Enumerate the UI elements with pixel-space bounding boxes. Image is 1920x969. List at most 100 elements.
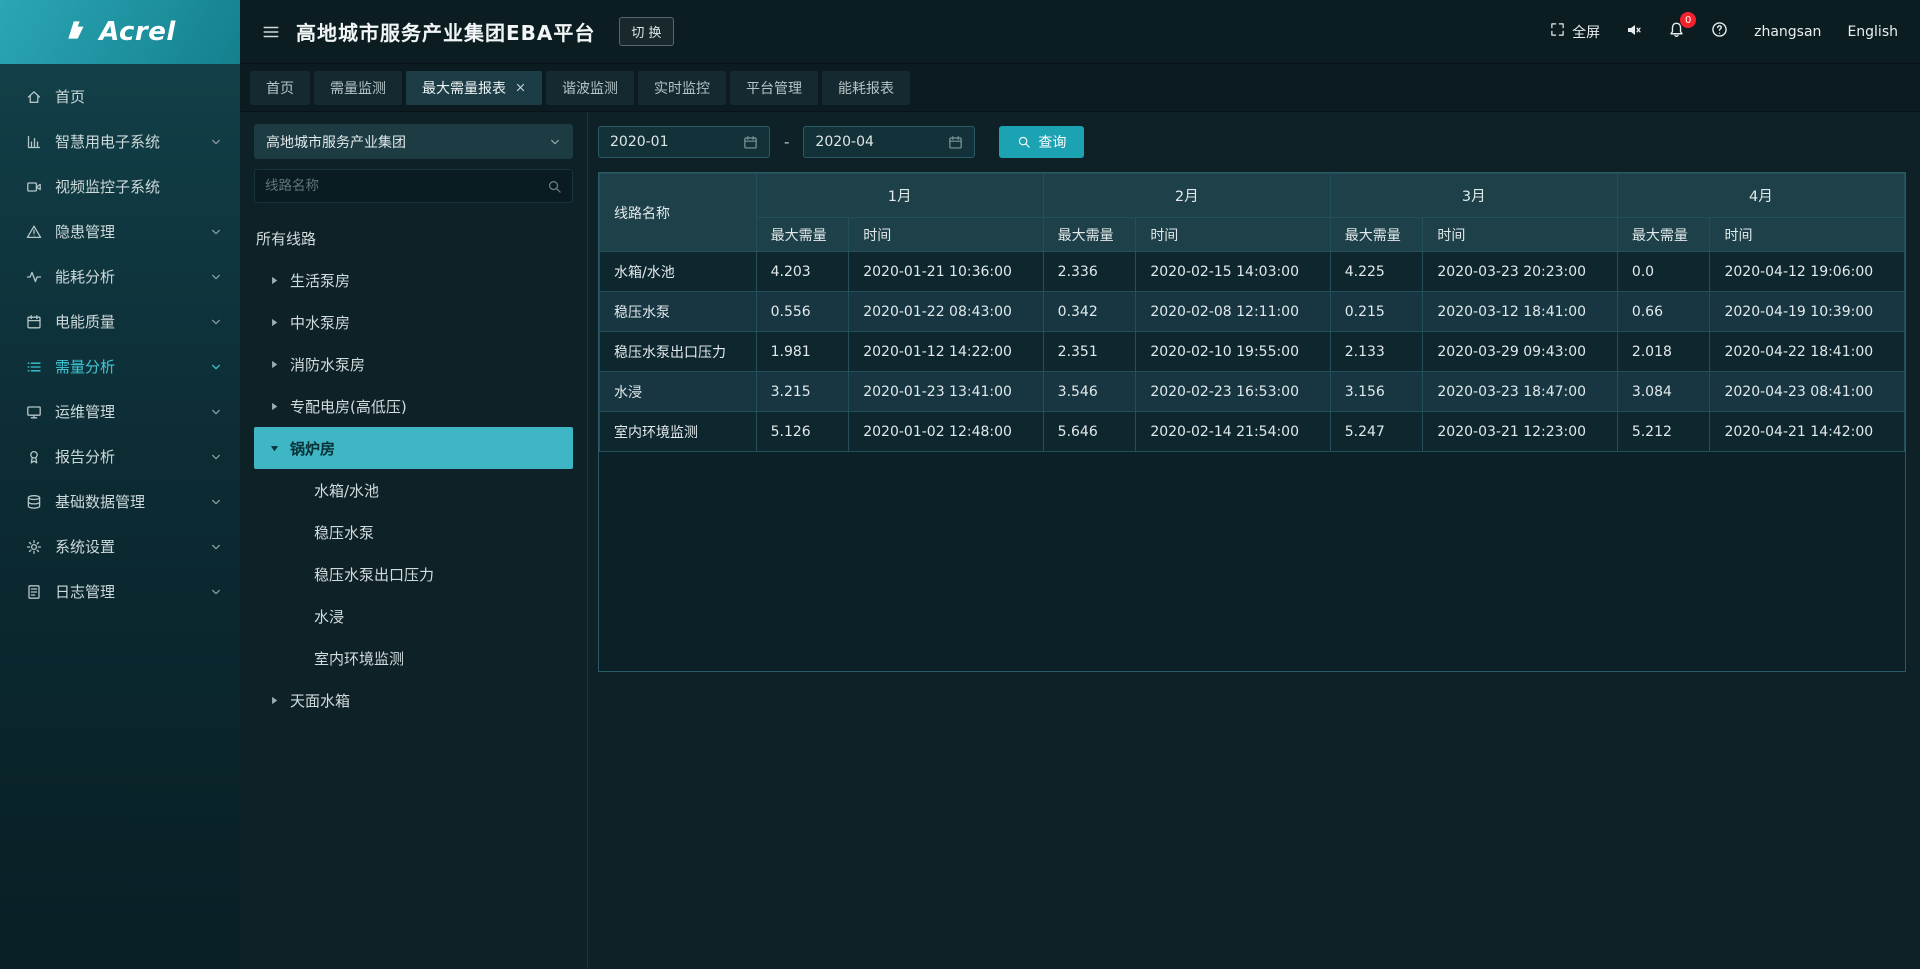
max-demand-cell: 2.351: [1043, 332, 1136, 372]
caret-right-icon[interactable]: [269, 275, 281, 286]
tree-node[interactable]: 稳压水泵: [254, 511, 573, 553]
org-select-value: 高地城市服务产业集团: [266, 132, 406, 152]
chevron-down-icon: [210, 361, 222, 373]
sidebar-item-5[interactable]: 电能质量: [0, 299, 240, 344]
calendar-icon: [26, 314, 42, 330]
tree-node[interactable]: 锅炉房: [254, 427, 573, 469]
sidebar-item-6[interactable]: 需量分析: [0, 344, 240, 389]
help-button[interactable]: [1711, 21, 1728, 42]
fullscreen-icon: [1550, 22, 1565, 41]
question-icon: [1711, 21, 1728, 42]
search-icon[interactable]: [547, 179, 562, 194]
caret-right-icon[interactable]: [269, 695, 281, 706]
tree-node[interactable]: 水箱/水池: [254, 469, 573, 511]
time-cell: 2020-01-21 10:36:00: [849, 252, 1043, 292]
switch-button[interactable]: 切 换: [619, 17, 673, 46]
chevron-down-icon: [210, 541, 222, 553]
waveform-icon: [26, 269, 42, 285]
acrel-logo-icon: [64, 17, 90, 47]
line-name-cell: 稳压水泵出口压力: [600, 332, 757, 372]
list-icon: [26, 359, 42, 375]
column-group-month: 2月: [1043, 174, 1330, 218]
sidebar-item-9[interactable]: 基础数据管理: [0, 479, 240, 524]
username[interactable]: zhangsan: [1754, 24, 1821, 40]
tab-0[interactable]: 首页: [250, 71, 310, 105]
max-demand-cell: 4.203: [756, 252, 849, 292]
tree-node-label: 生活泵房: [290, 270, 350, 291]
sidebar-item-2[interactable]: 视频监控子系统: [0, 164, 240, 209]
sidebar-item-3[interactable]: 隐患管理: [0, 209, 240, 254]
query-button-label: 查询: [1038, 132, 1066, 152]
caret-right-icon[interactable]: [269, 359, 281, 370]
tab-6[interactable]: 能耗报表: [822, 71, 910, 105]
chevron-down-icon: [210, 406, 222, 418]
column-header-time: 时间: [849, 218, 1043, 252]
tab-3[interactable]: 谐波监测: [546, 71, 634, 105]
time-cell: 2020-04-12 19:06:00: [1710, 252, 1905, 292]
sidebar-item-11[interactable]: 日志管理: [0, 569, 240, 614]
column-header-time: 时间: [1423, 218, 1617, 252]
column-group-month: 4月: [1617, 174, 1904, 218]
time-cell: 2020-02-10 19:55:00: [1136, 332, 1330, 372]
org-select[interactable]: 高地城市服务产业集团: [254, 124, 573, 159]
max-demand-cell: 3.546: [1043, 372, 1136, 412]
max-demand-cell: 3.215: [756, 372, 849, 412]
caret-right-icon[interactable]: [269, 317, 281, 328]
tab-1[interactable]: 需量监测: [314, 71, 402, 105]
end-date-picker[interactable]: 2020-04: [803, 126, 975, 158]
page-title: 高地城市服务产业集团EBA平台: [296, 17, 595, 46]
caret-down-icon[interactable]: [269, 443, 281, 454]
date-range-separator: -: [784, 133, 789, 151]
tree-node[interactable]: 稳压水泵出口压力: [254, 553, 573, 595]
bar-chart-icon: [26, 134, 42, 150]
line-search-input[interactable]: [265, 178, 547, 194]
query-button[interactable]: 查询: [999, 126, 1084, 158]
sidebar-collapse-icon[interactable]: [262, 23, 280, 41]
sidebar-item-1[interactable]: 智慧用电子系统: [0, 119, 240, 164]
max-demand-cell: 0.342: [1043, 292, 1136, 332]
time-cell: 2020-01-22 08:43:00: [849, 292, 1043, 332]
tab-label: 平台管理: [746, 78, 802, 98]
chevron-down-icon: [210, 496, 222, 508]
tree-node-label: 消防水泵房: [290, 354, 365, 375]
mute-button[interactable]: [1626, 22, 1642, 42]
sidebar-item-10[interactable]: 系统设置: [0, 524, 240, 569]
max-demand-report-table: 线路名称1月2月3月4月最大需量时间最大需量时间最大需量时间最大需量时间水箱/水…: [599, 173, 1905, 452]
caret-right-icon[interactable]: [269, 401, 281, 412]
close-icon[interactable]: [515, 82, 526, 93]
sidebar-item-0[interactable]: 首页: [0, 74, 240, 119]
search-icon: [1017, 135, 1031, 149]
max-demand-cell: 0.0: [1617, 252, 1710, 292]
tree-node[interactable]: 中水泵房: [254, 301, 573, 343]
chevron-down-icon: [210, 451, 222, 463]
sidebar-item-label: 智慧用电子系统: [55, 131, 197, 152]
column-header-time: 时间: [1136, 218, 1330, 252]
language-toggle[interactable]: English: [1847, 24, 1898, 40]
tab-label: 最大需量报表: [422, 78, 506, 98]
fullscreen-button[interactable]: 全屏: [1550, 22, 1600, 42]
tree-node[interactable]: 水浸: [254, 595, 573, 637]
time-cell: 2020-04-22 18:41:00: [1710, 332, 1905, 372]
table-row: 水浸3.2152020-01-23 13:41:003.5462020-02-2…: [600, 372, 1905, 412]
start-date-picker[interactable]: 2020-01: [598, 126, 770, 158]
max-demand-cell: 0.66: [1617, 292, 1710, 332]
tab-4[interactable]: 实时监控: [638, 71, 726, 105]
column-header-max-demand: 最大需量: [1043, 218, 1136, 252]
table-row: 稳压水泵0.5562020-01-22 08:43:000.3422020-02…: [600, 292, 1905, 332]
home-icon: [26, 89, 42, 105]
line-search-box: [254, 169, 573, 203]
tree-node[interactable]: 天面水箱: [254, 679, 573, 721]
sidebar-item-8[interactable]: 报告分析: [0, 434, 240, 479]
workspace: 高地城市服务产业集团 所有线路生活泵房中水泵房消防水泵房专配电房(高低压)锅炉房…: [240, 112, 1920, 969]
sidebar-item-7[interactable]: 运维管理: [0, 389, 240, 434]
sidebar-item-4[interactable]: 能耗分析: [0, 254, 240, 299]
tree-node[interactable]: 消防水泵房: [254, 343, 573, 385]
chevron-down-icon: [210, 316, 222, 328]
tree-node[interactable]: 专配电房(高低压): [254, 385, 573, 427]
tab-2[interactable]: 最大需量报表: [406, 71, 542, 105]
tree-node[interactable]: 所有线路: [254, 217, 573, 259]
tree-node[interactable]: 生活泵房: [254, 259, 573, 301]
notifications-button[interactable]: 0: [1668, 21, 1685, 42]
tree-node[interactable]: 室内环境监测: [254, 637, 573, 679]
tab-5[interactable]: 平台管理: [730, 71, 818, 105]
